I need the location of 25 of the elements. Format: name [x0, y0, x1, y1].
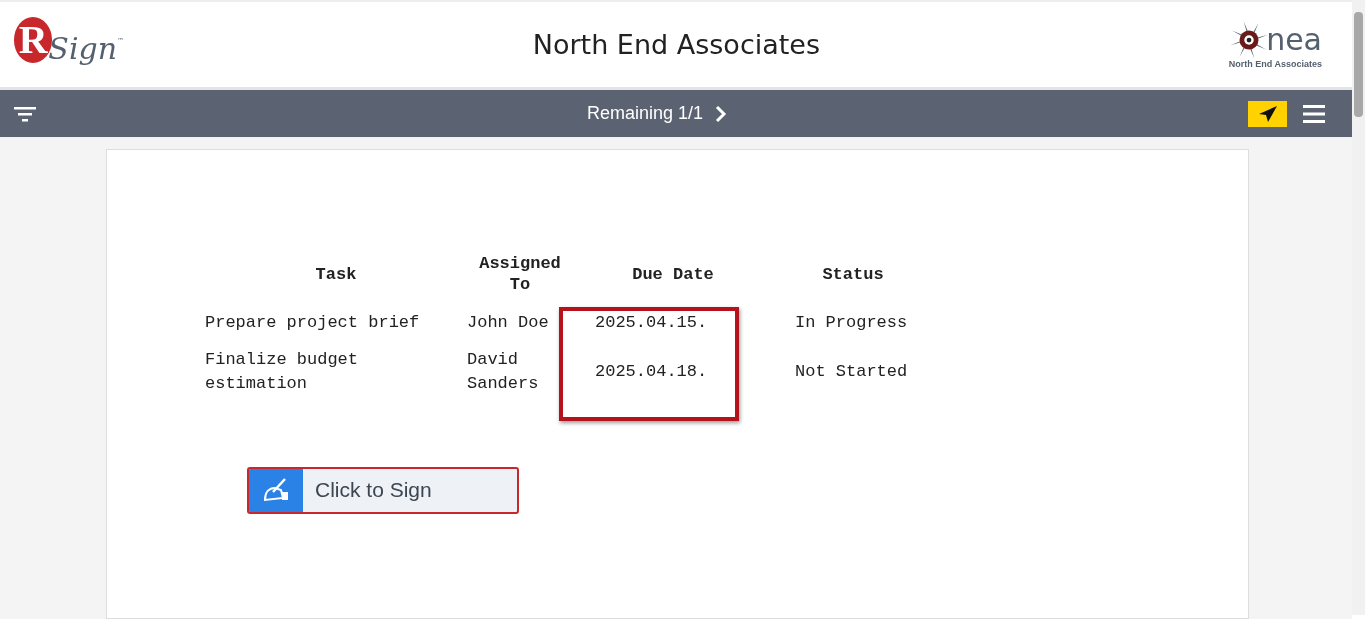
click-to-sign-button[interactable]: Click to Sign	[247, 466, 519, 514]
table-cell-text: 2025.04.15.	[594, 311, 709, 334]
column-header: Task	[314, 263, 358, 286]
table-cell-text: In Progress	[794, 311, 909, 334]
column-header: Status	[821, 263, 885, 286]
filter-icon[interactable]	[14, 105, 36, 122]
table-cell-text: Not Started	[794, 361, 909, 384]
logo-caption: North End Associates	[1228, 58, 1322, 69]
gear-logo-icon	[1230, 20, 1269, 59]
table-cell-text: Prepare project brief	[205, 311, 421, 334]
signing-hand-icon	[249, 468, 303, 512]
menu-icon[interactable]	[1303, 104, 1325, 123]
paper-plane-icon	[1257, 104, 1278, 123]
column-header: Due Date	[631, 263, 715, 286]
table-cell-text: David Sanders	[467, 349, 540, 396]
send-button[interactable]	[1248, 100, 1287, 127]
next-chevron-icon[interactable]	[715, 104, 728, 123]
logo-word: nea	[1266, 24, 1322, 55]
remaining-count: Remaining 1/1	[586, 103, 704, 125]
table-cell-text: 2025.04.18.	[594, 361, 709, 384]
table-cell-text: John Doe	[467, 311, 550, 334]
column-header: Assigned To	[478, 253, 562, 297]
scrollbar[interactable]	[1352, 0, 1365, 615]
table-cell: Finalize budget estimation	[205, 341, 467, 403]
company-title: North End Associates	[532, 29, 821, 61]
